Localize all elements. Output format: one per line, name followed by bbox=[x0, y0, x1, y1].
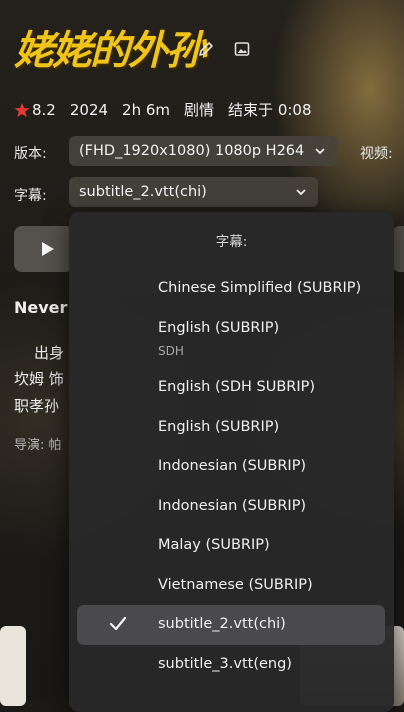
menu-item-label: Indonesian (SUBRIP) bbox=[158, 458, 307, 474]
menu-item-label: Vietnamese (SUBRIP) bbox=[158, 577, 313, 593]
menu-item[interactable]: English (SDH SUBRIP) bbox=[77, 369, 385, 407]
menu-item-label: English (SUBRIP) bbox=[158, 320, 280, 336]
menu-title: 字幕: bbox=[215, 234, 248, 250]
menu-item[interactable]: Indonesian (SUBRIP) bbox=[77, 488, 385, 526]
title-logo-text: 姥姥的外孙 bbox=[14, 27, 206, 74]
subtitle-select[interactable]: subtitle_2.vtt(chi) bbox=[69, 177, 318, 207]
menu-item[interactable]: Malay (SUBRIP) bbox=[77, 527, 385, 565]
menu-item[interactable]: Chinese Simplified (SUBRIP) bbox=[77, 270, 385, 308]
menu-item[interactable]: subtitle_3.vtt(eng) bbox=[77, 646, 385, 684]
overview-line-3: 职孝孙 bbox=[14, 397, 60, 415]
menu-item[interactable]: English (SUBRIP) bbox=[77, 409, 385, 447]
menu-item[interactable]: Indonesian (SUBRIP) bbox=[77, 448, 385, 486]
edit-pencil-icon[interactable] bbox=[197, 40, 215, 58]
play-button[interactable] bbox=[14, 226, 74, 272]
genre: 剧情 bbox=[184, 101, 215, 119]
play-icon bbox=[42, 242, 54, 256]
menu-item[interactable]: Vietnamese (SUBRIP) bbox=[77, 567, 385, 605]
menu-item-label: English (SDH SUBRIP) bbox=[158, 379, 316, 395]
metadata-row: 8.2 2024 2h 6m 剧情 结束于 0:08 bbox=[14, 99, 326, 120]
duration: 2h 6m bbox=[122, 100, 171, 119]
star-icon bbox=[14, 102, 30, 118]
version-label: 版本: bbox=[14, 146, 47, 162]
overview-line-2: 坎姆 饰 bbox=[14, 370, 64, 388]
menu-item-label: English (SUBRIP) bbox=[158, 419, 280, 435]
title-logo: 姥姥的外孙 bbox=[14, 12, 206, 82]
menu-item-label: subtitle_2.vtt(chi) bbox=[158, 616, 286, 632]
menu-item-label: Chinese Simplified (SUBRIP) bbox=[158, 280, 362, 296]
menu-item-label: Indonesian (SUBRIP) bbox=[158, 498, 307, 514]
end-time: 结束于 0:08 bbox=[228, 101, 312, 119]
menu-item-label: subtitle_3.vtt(eng) bbox=[158, 656, 292, 672]
chevron-down-icon bbox=[296, 189, 306, 196]
checkmark-icon bbox=[109, 616, 127, 631]
video-label: 视频: bbox=[360, 146, 393, 162]
cast-thumbnail[interactable] bbox=[0, 626, 26, 706]
menu-item[interactable]: English (SUBRIP) SDH bbox=[77, 312, 385, 364]
subtitle-label: 字幕: bbox=[14, 188, 47, 204]
year: 2024 bbox=[69, 100, 109, 119]
overview-heading: Never bbox=[14, 298, 68, 317]
subtitle-select-value: subtitle_2.vtt(chi) bbox=[79, 184, 207, 200]
subtitle-dropdown-menu: 字幕: Chinese Simplified (SUBRIP) English … bbox=[69, 212, 394, 712]
director-line: 导演: 帕 bbox=[14, 438, 62, 453]
version-select[interactable]: (FHD_1920x1080) 1080p H264 bbox=[69, 136, 337, 166]
overview-line-1: 出身 bbox=[34, 344, 65, 362]
menu-item-sublabel: SDH bbox=[158, 344, 184, 358]
menu-item-selected[interactable]: subtitle_2.vtt(chi) bbox=[77, 605, 385, 645]
chevron-down-icon bbox=[315, 148, 325, 155]
version-select-value: (FHD_1920x1080) 1080p H264 bbox=[79, 143, 305, 159]
rating-value: 8.2 bbox=[32, 100, 56, 119]
menu-item-label: Malay (SUBRIP) bbox=[158, 537, 270, 553]
image-icon[interactable] bbox=[233, 40, 251, 58]
